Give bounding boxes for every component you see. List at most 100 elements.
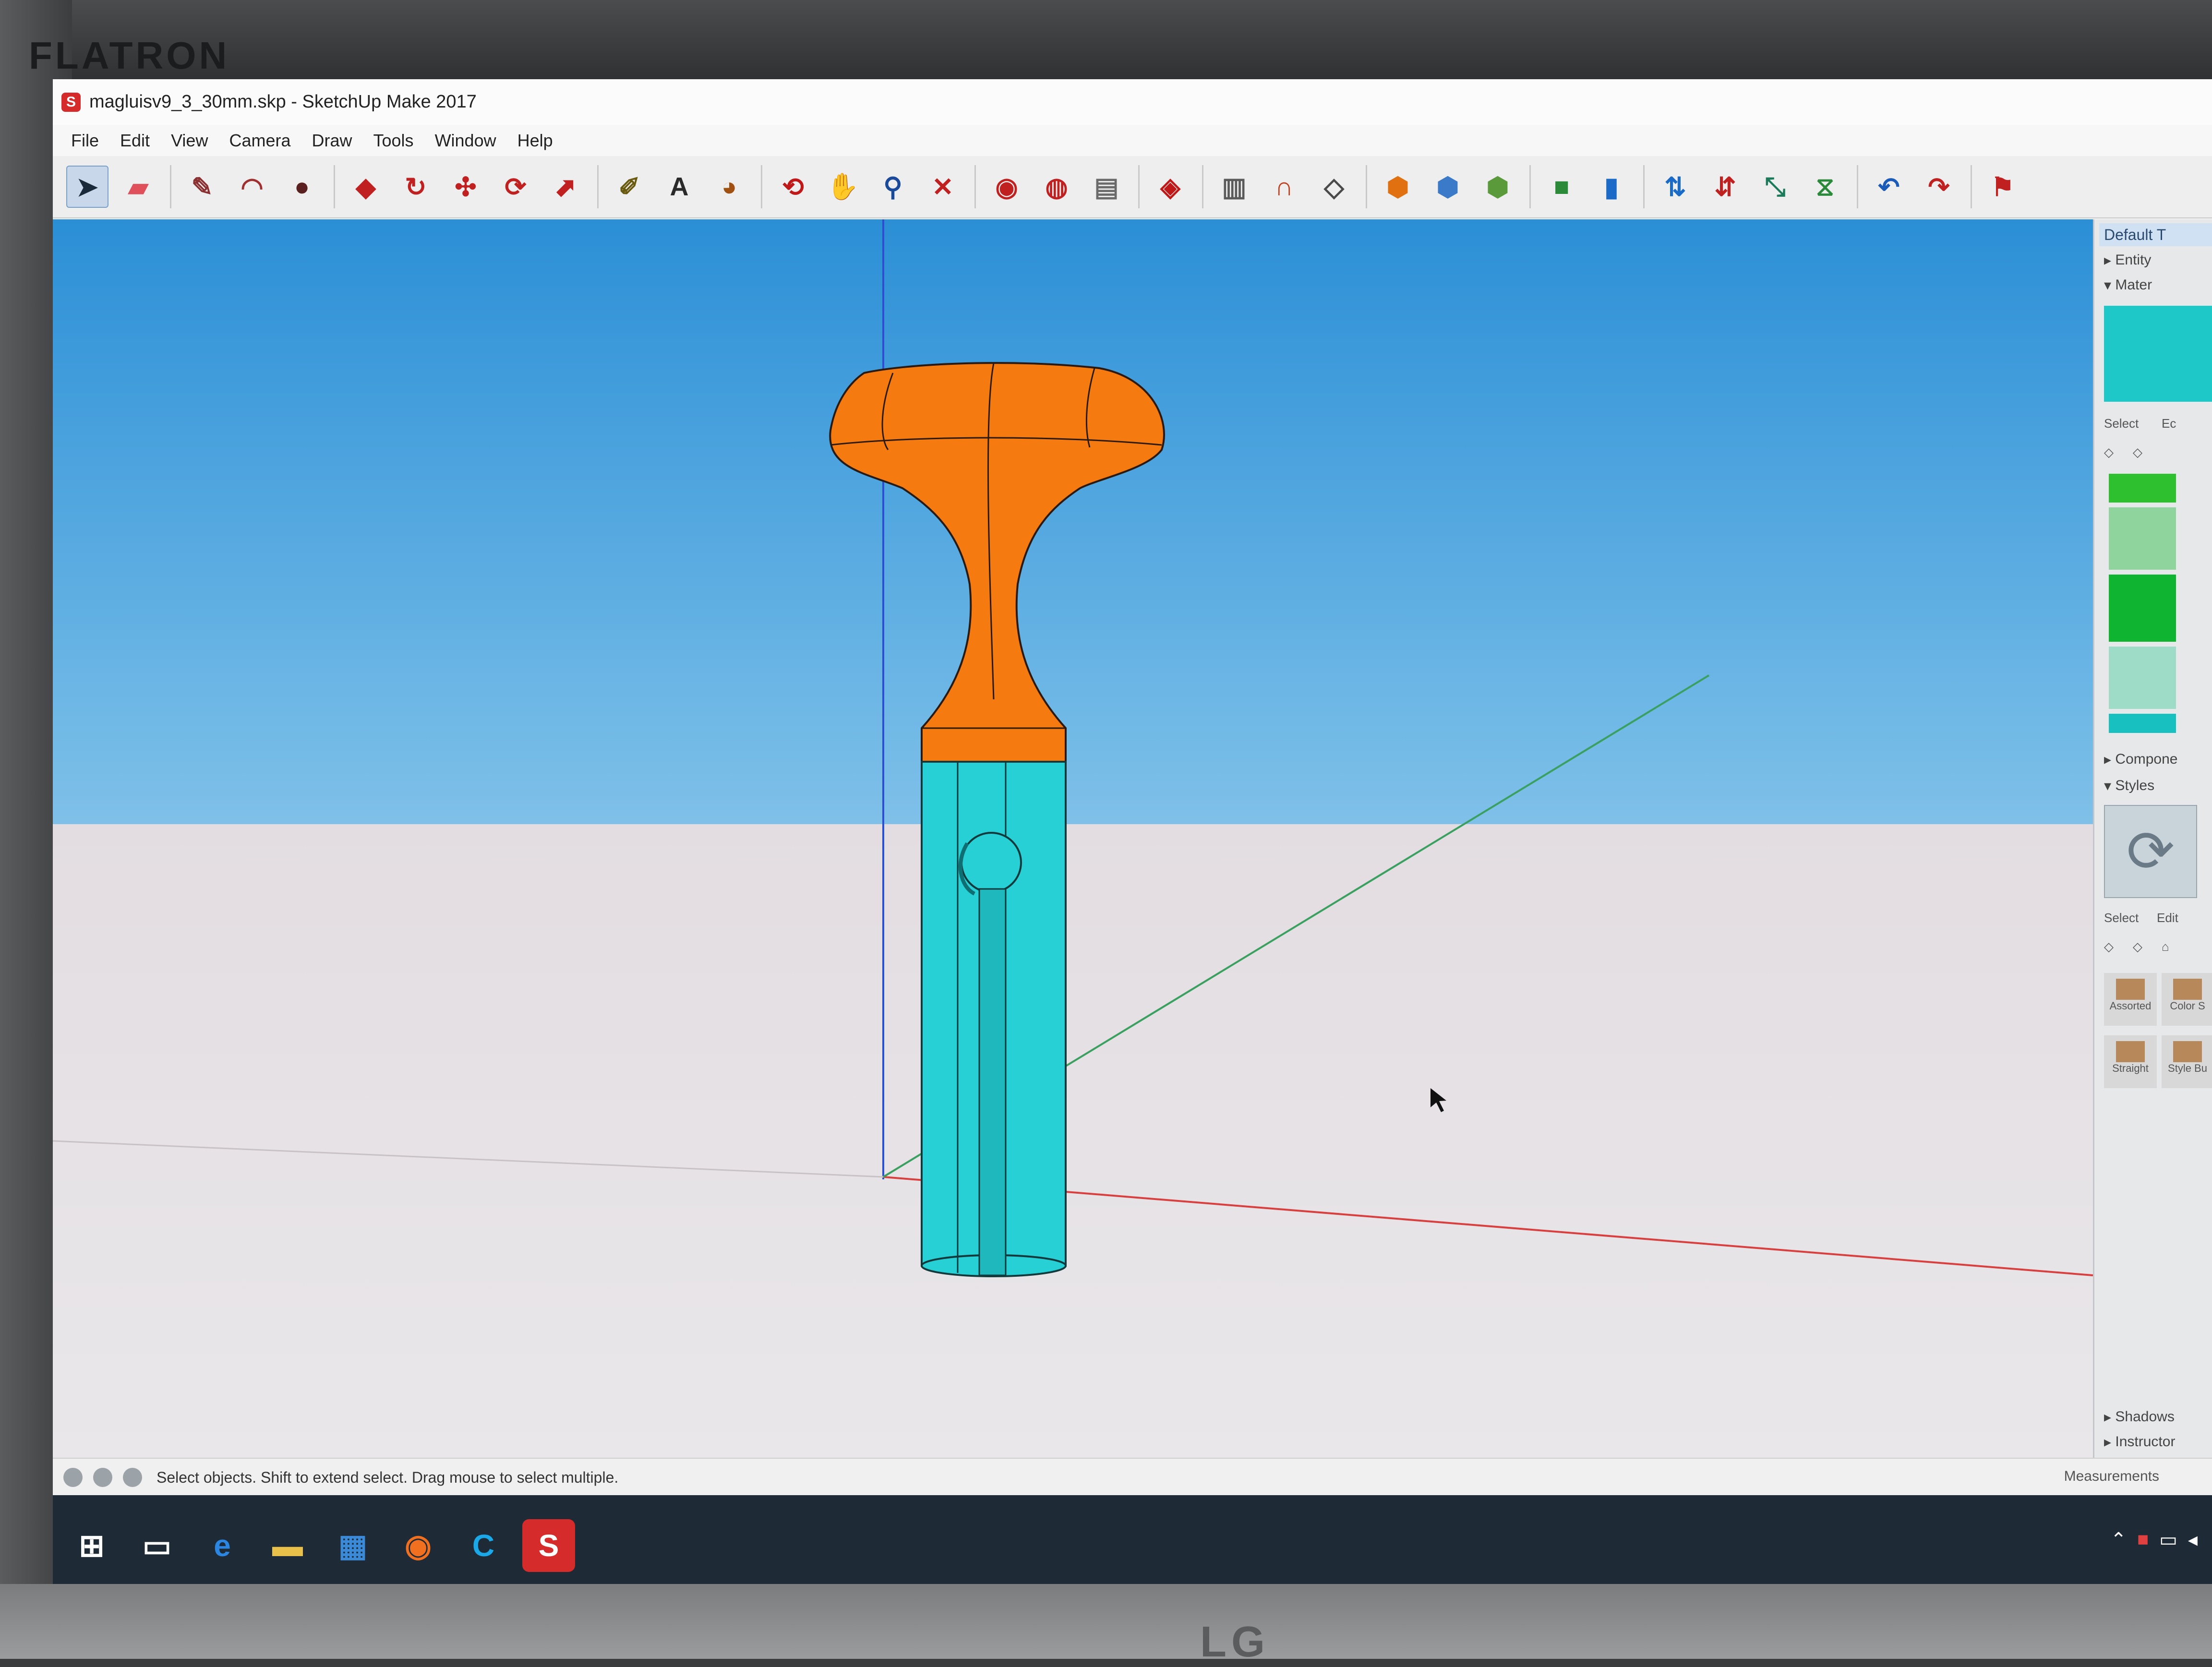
sketchup-taskbar-icon[interactable]: S — [522, 1519, 575, 1572]
home-icon[interactable]: ⌂ — [2162, 939, 2169, 954]
intersect-icon[interactable]: ⇅ — [1655, 167, 1695, 207]
forward-arrow-icon[interactable]: ◇ — [2133, 939, 2142, 954]
rotate-tool-icon[interactable]: ⟳ — [495, 167, 536, 207]
material-swatch[interactable] — [2109, 474, 2176, 503]
shape-tool-icon[interactable]: ● — [282, 167, 322, 207]
menu-camera[interactable]: Camera — [226, 131, 293, 151]
materials-edit-tab[interactable]: Ec — [2162, 416, 2176, 431]
monitor-brand-top: FLATRON — [29, 34, 230, 77]
style-folder-color[interactable]: Color S — [2162, 973, 2212, 1026]
back-edges-icon[interactable]: ∩ — [1264, 167, 1304, 207]
expand-icon: ▸ — [2104, 1409, 2116, 1425]
xray-icon[interactable]: ▥ — [1214, 167, 1254, 207]
material-swatch[interactable] — [2109, 507, 2176, 570]
material-swatch[interactable] — [2109, 575, 2176, 642]
edge-icon[interactable]: e — [196, 1519, 249, 1572]
chevron-up-icon[interactable]: ⌃ — [2110, 1529, 2127, 1551]
expand-icon: ▸ — [2104, 1434, 2116, 1450]
back-arrow-icon[interactable]: ◇ — [2104, 939, 2114, 954]
line-tool-icon[interactable]: ✎ — [182, 167, 222, 207]
text-tool-icon[interactable]: A — [659, 167, 699, 207]
arc-tool-icon[interactable]: ◠ — [232, 167, 272, 207]
materials-select-tab[interactable]: Select — [2104, 416, 2139, 431]
toolbar-separator — [1643, 165, 1645, 208]
menu-file[interactable]: File — [68, 131, 102, 151]
status-hint: Select objects. Shift to extend select. … — [156, 1468, 619, 1486]
scale-tool-icon[interactable]: ⬈ — [545, 167, 586, 207]
geo-location-icon[interactable] — [63, 1468, 83, 1487]
back-arrow-icon[interactable]: ◇ — [2104, 445, 2114, 460]
eraser-tool-icon[interactable]: ▰ — [118, 167, 158, 207]
walk-icon[interactable]: ⚑ — [1983, 167, 2023, 207]
monitor-bezel-bottom — [0, 1584, 2212, 1659]
zoom-tool-icon[interactable]: ⚲ — [873, 167, 913, 207]
toolbar-separator — [974, 165, 976, 208]
model-canvas[interactable] — [53, 219, 2093, 1458]
flip-icon[interactable]: ⇵ — [1705, 167, 1745, 207]
model-shaft[interactable] — [921, 761, 1067, 1277]
store-icon[interactable]: ▦ — [326, 1519, 379, 1572]
expand-icon: ▸ — [2104, 751, 2116, 768]
file-explorer-icon[interactable]: ▬ — [261, 1519, 314, 1572]
task-view-icon[interactable]: ▭ — [131, 1519, 183, 1572]
components-panel[interactable]: ▸ Compone — [2099, 747, 2212, 771]
warehouse-icon[interactable]: ◉ — [986, 167, 1027, 207]
instructor-panel[interactable]: ▸ Instructor — [2099, 1430, 2212, 1454]
top-view-icon[interactable]: ⬢ — [1428, 167, 1468, 207]
forward-arrow-icon[interactable]: ◇ — [2133, 445, 2142, 460]
section-plane-icon[interactable]: ⤡ — [1755, 167, 1795, 207]
solid-union-icon[interactable]: ■ — [1541, 167, 1582, 207]
move-tool-icon[interactable]: ✣ — [445, 167, 486, 207]
cura-icon[interactable]: C — [457, 1519, 510, 1572]
select-tool-icon[interactable]: ➤ — [66, 166, 108, 208]
menu-help[interactable]: Help — [515, 131, 556, 151]
style-folder-assorted[interactable]: Assorted — [2104, 973, 2157, 1026]
material-swatch[interactable] — [2109, 647, 2176, 709]
model-handle[interactable] — [829, 362, 1165, 763]
menu-tools[interactable]: Tools — [371, 131, 417, 151]
menu-edit[interactable]: Edit — [117, 131, 153, 151]
menu-draw[interactable]: Draw — [309, 131, 355, 151]
paint-bucket-tool-icon[interactable]: ◕ — [709, 167, 749, 207]
redo-icon[interactable]: ↷ — [1919, 167, 1959, 207]
drawing-viewport[interactable] — [53, 219, 2093, 1458]
current-material-swatch[interactable] — [2104, 306, 2212, 402]
pan-tool-icon[interactable]: ✋ — [823, 167, 863, 207]
tape-measure-tool-icon[interactable]: ✐ — [609, 167, 649, 207]
front-view-icon[interactable]: ⬢ — [1478, 167, 1518, 207]
follow-me-tool-icon[interactable]: ↻ — [396, 167, 436, 207]
menu-window[interactable]: Window — [432, 131, 499, 151]
materials-panel[interactable]: ▾ Mater — [2099, 273, 2212, 297]
sketchup-icon[interactable]: S — [61, 92, 81, 112]
collapse-icon: ▾ — [2104, 277, 2116, 293]
notification-icon[interactable]: ■ — [2137, 1529, 2149, 1551]
style-preview-icon[interactable]: ⟳ — [2104, 805, 2197, 898]
solid-subtract-icon[interactable]: ▮ — [1591, 167, 1632, 207]
user-icon[interactable] — [123, 1468, 142, 1487]
section-cut-icon[interactable]: ⧖ — [1805, 167, 1845, 207]
orbit-tool-icon[interactable]: ⟲ — [773, 167, 813, 207]
undo-icon[interactable]: ↶ — [1869, 167, 1909, 207]
start-icon[interactable]: ⊞ — [65, 1519, 118, 1572]
volume-icon[interactable]: ◂ — [2188, 1529, 2198, 1551]
extension-warehouse-icon[interactable]: ◍ — [1036, 167, 1077, 207]
material-swatch[interactable] — [2109, 714, 2176, 733]
layout-icon[interactable]: ▤ — [1086, 167, 1127, 207]
style-folder-builder[interactable]: Style Bu — [2162, 1035, 2212, 1088]
credits-icon[interactable] — [93, 1468, 112, 1487]
ruby-icon[interactable]: ◈ — [1150, 167, 1190, 207]
zoom-extents-tool-icon[interactable]: ✕ — [923, 167, 963, 207]
entity-info-panel[interactable]: ▸ Entity — [2099, 248, 2212, 272]
iso-view-icon[interactable]: ⬢ — [1378, 167, 1418, 207]
styles-edit-tab[interactable]: Edit — [2157, 911, 2178, 925]
firefox-icon[interactable]: ◉ — [392, 1519, 445, 1572]
network-icon[interactable]: ▭ — [2159, 1529, 2177, 1551]
styles-select-tab[interactable]: Select — [2104, 911, 2139, 925]
push-pull-tool-icon[interactable]: ◆ — [346, 167, 386, 207]
menu-view[interactable]: View — [168, 131, 211, 151]
shadows-panel[interactable]: ▸ Shadows — [2099, 1405, 2212, 1429]
wireframe-icon[interactable]: ◇ — [1314, 167, 1354, 207]
styles-panel[interactable]: ▾ Styles — [2099, 774, 2212, 798]
toolbar-separator — [334, 165, 335, 208]
style-folder-straight[interactable]: Straight — [2104, 1035, 2157, 1088]
